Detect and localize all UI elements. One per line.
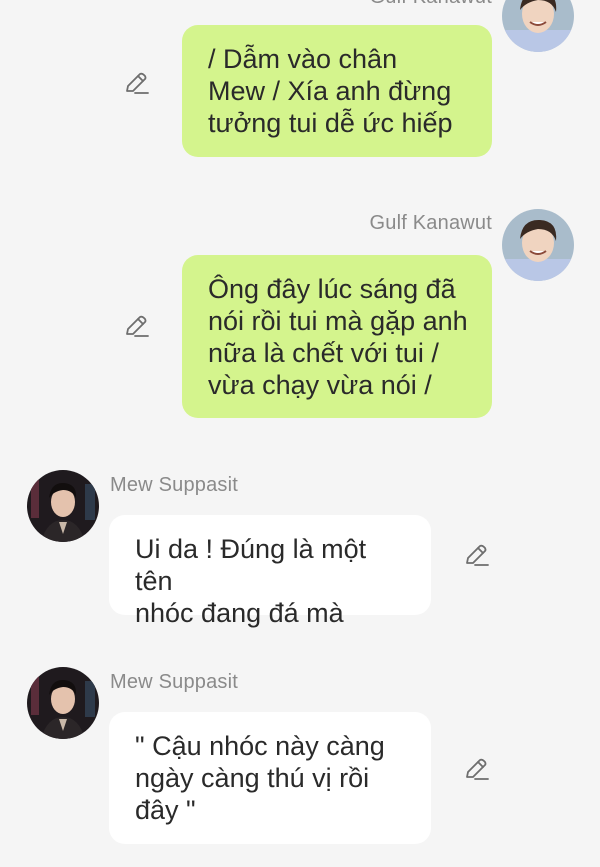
avatar-gulf[interactable] — [502, 209, 574, 281]
pencil-icon[interactable] — [463, 542, 491, 570]
avatar-gulf[interactable] — [502, 0, 574, 52]
sender-name: Gulf Kanawut — [369, 212, 492, 234]
pencil-icon[interactable] — [123, 70, 151, 98]
sender-name: Gulf Kanawut — [370, 0, 492, 9]
message-bubble: / Dẫm vào chân Mew / Xía anh đừng tưởng … — [182, 25, 492, 157]
avatar-mew[interactable] — [27, 667, 99, 739]
pencil-icon[interactable] — [463, 756, 491, 784]
sender-name: Mew Suppasit — [110, 671, 239, 693]
message-bubble: " Cậu nhóc này càng ngày càng thú vị rồi… — [109, 712, 431, 844]
sender-name: Mew Suppasit — [110, 474, 239, 496]
pencil-icon[interactable] — [123, 313, 151, 341]
message-bubble: Ui da ! Đúng là một tên nhóc đang đá mà — [109, 515, 431, 628]
chat-thread: Gulf Kanawut / Dẫm vào chân Mew / Xía an… — [0, 0, 600, 867]
message-bubble: Ông đây lúc sáng đã nói rồi tui mà gặp a… — [182, 255, 492, 418]
avatar-mew[interactable] — [27, 470, 99, 542]
